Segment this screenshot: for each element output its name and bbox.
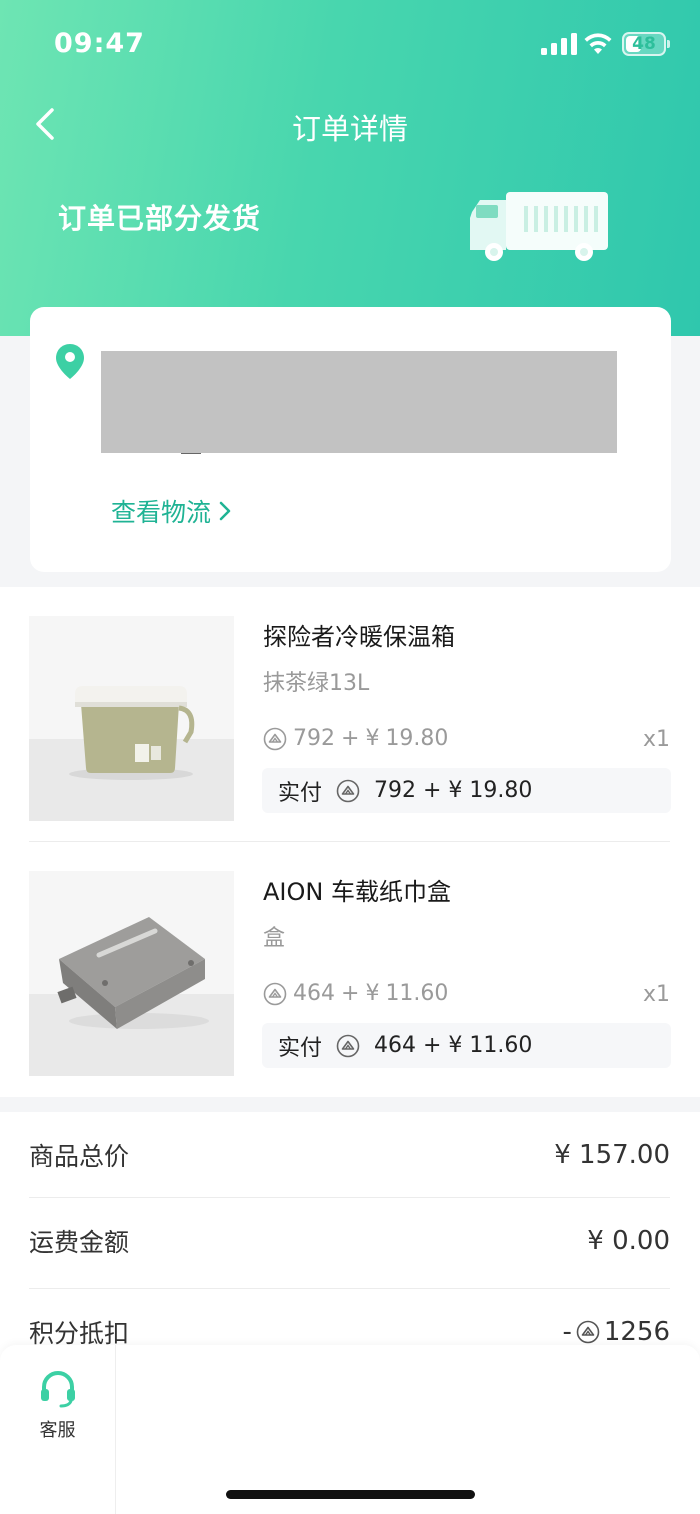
address-redaction <box>101 351 617 453</box>
product-spec: 盒 <box>263 926 286 951</box>
clock: 09:47 <box>54 28 145 59</box>
paid-value: 792 + ¥ 19.80 <box>374 778 533 803</box>
product-name: 探险者冷暖保温箱 <box>263 623 455 651</box>
view-logistics-label: 查看物流 <box>111 498 212 527</box>
location-pin-icon <box>56 344 84 379</box>
goods-list: 探险者冷暖保温箱 抹茶绿13L 792 + ¥ 19.80 x1 实付 792 … <box>0 587 700 1097</box>
currency-sign: ¥ <box>365 981 380 1006</box>
points-coin-icon <box>263 727 287 750</box>
unit-price: 464 + ¥ 11.60 <box>263 981 448 1006</box>
customer-service-button[interactable]: 客服 <box>0 1345 116 1514</box>
price-value: 19.80 <box>385 726 449 751</box>
points-deduct-value: - 1256 <box>562 1317 670 1347</box>
summary-row-shipping: 运费金额 ¥ 0.00 <box>29 1198 670 1284</box>
page-title: 订单详情 <box>291 112 408 146</box>
product-name: AION 车载纸巾盒 <box>263 878 451 906</box>
paid-value: 464 + ¥ 11.60 <box>374 1033 533 1058</box>
list-item[interactable]: AION 车载纸巾盒 盒 464 + ¥ 11.60 x1 实付 464 + ¥… <box>0 842 700 1097</box>
wifi-icon <box>584 33 612 54</box>
quantity: x1 <box>642 982 670 1007</box>
headset-icon <box>41 1371 75 1408</box>
bottom-action-bar: 客服 <box>0 1345 700 1514</box>
points-value: 464 <box>293 981 335 1006</box>
plus-sign: + <box>341 981 360 1006</box>
chevron-right-icon <box>219 501 231 521</box>
total-label: 商品总价 <box>29 1142 130 1171</box>
price-value: 11.60 <box>385 981 449 1006</box>
shipping-value: ¥ 0.00 <box>587 1226 670 1256</box>
order-status: 订单已部分发货 <box>58 202 262 235</box>
points-coin-icon <box>263 982 287 1005</box>
paid-label: 实付 <box>278 1035 323 1061</box>
points-deduct-amount: 1256 <box>603 1317 670 1347</box>
list-item[interactable]: 探险者冷暖保温箱 抹茶绿13L 792 + ¥ 19.80 x1 实付 792 … <box>0 587 700 842</box>
battery-icon: 48 <box>622 32 666 56</box>
product-spec: 抹茶绿13L <box>263 671 370 696</box>
summary-row-total: 商品总价 ¥ 157.00 <box>29 1112 670 1198</box>
battery-percent: 48 <box>632 34 656 54</box>
points-coin-icon <box>336 1034 360 1057</box>
points-coin-icon <box>336 779 360 802</box>
paid-amount-box: 实付 792 + ¥ 19.80 <box>262 768 671 813</box>
cellular-signal-icon <box>541 33 577 55</box>
status-bar: 09:47 48 <box>0 0 700 88</box>
product-image-cooler <box>29 616 234 821</box>
currency-sign: ¥ <box>365 726 380 751</box>
truck-icon <box>470 192 608 261</box>
plus-sign: + <box>341 726 360 751</box>
home-indicator[interactable] <box>226 1490 475 1499</box>
product-image-tissue-box <box>29 871 234 1076</box>
battery-cap <box>667 40 670 48</box>
view-logistics-link[interactable]: 查看物流 <box>111 493 233 529</box>
paid-label: 实付 <box>278 780 323 806</box>
service-label: 客服 <box>39 1420 76 1441</box>
points-coin-icon <box>576 1320 600 1344</box>
total-value: ¥ 157.00 <box>554 1140 670 1170</box>
unit-price: 792 + ¥ 19.80 <box>263 726 448 751</box>
quantity: x1 <box>642 727 670 752</box>
minus-sign: - <box>562 1317 572 1347</box>
points-value: 792 <box>293 726 335 751</box>
shipping-label: 运费金额 <box>29 1228 130 1257</box>
paid-amount-box: 实付 464 + ¥ 11.60 <box>262 1023 671 1068</box>
address-card: 查看物流 <box>30 307 671 572</box>
